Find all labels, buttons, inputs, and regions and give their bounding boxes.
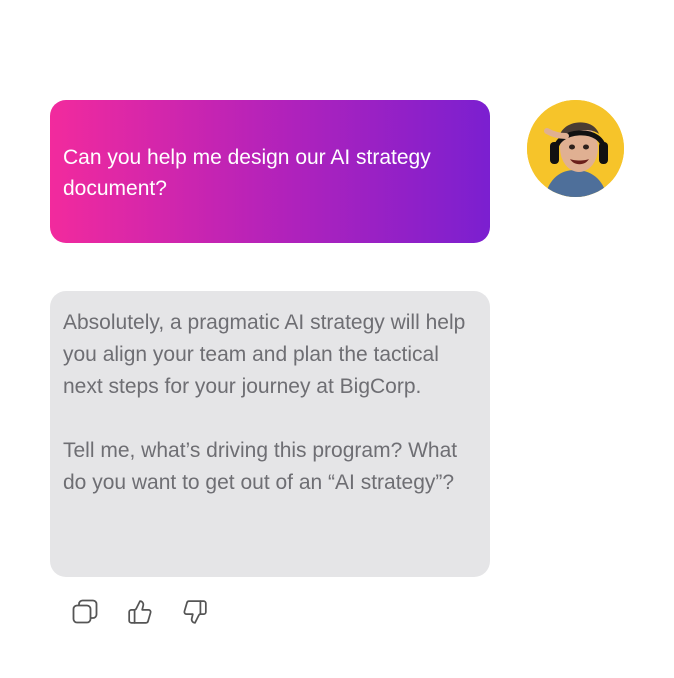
user-message-bubble: Can you help me design our AI strategy d…: [50, 100, 490, 243]
thumbs-up-button[interactable]: [127, 598, 153, 626]
thumbs-down-icon: [183, 600, 207, 624]
copy-button[interactable]: [72, 598, 98, 626]
user-message-text: Can you help me design our AI strategy d…: [63, 146, 431, 200]
assistant-message-bubble: Absolutely, a pragmatic AI strategy will…: [50, 291, 490, 577]
user-avatar[interactable]: [527, 100, 624, 197]
copy-icon: [72, 599, 98, 624]
thumbs-up-icon: [128, 600, 152, 624]
message-actions: [72, 598, 208, 626]
assistant-message-paragraph: Tell me, what’s driving this program? Wh…: [63, 439, 458, 494]
assistant-message-paragraph: Absolutely, a pragmatic AI strategy will…: [63, 311, 466, 398]
thumbs-down-button[interactable]: [182, 598, 208, 626]
user-avatar-photo: [527, 100, 624, 197]
